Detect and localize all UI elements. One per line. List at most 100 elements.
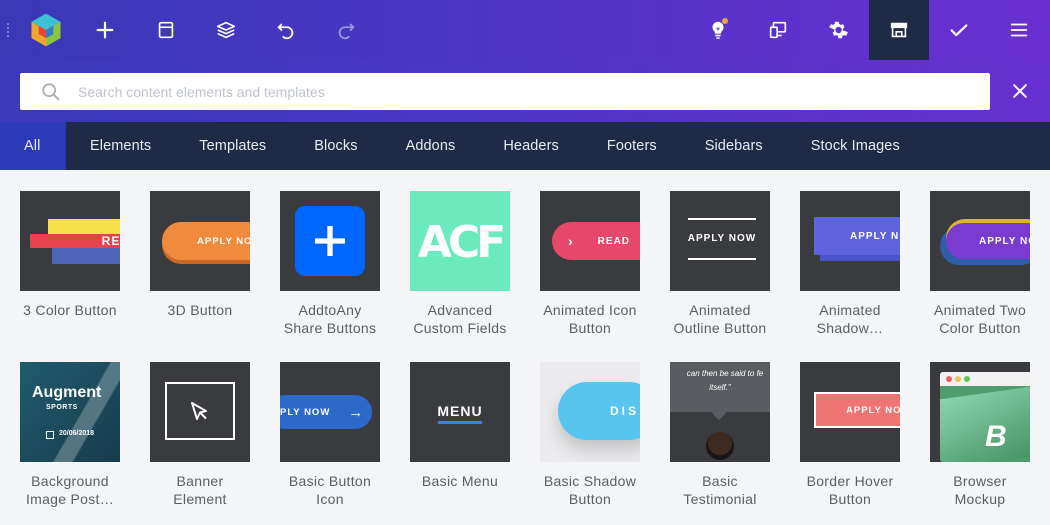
quote-text: can then be said to fe [686,369,764,378]
thumb-text: APPLY N [850,230,900,242]
top-toolbar [0,0,1050,60]
element-label: 3D Button [167,302,233,318]
search-icon [42,82,60,100]
thumb-text: MENU [437,403,483,419]
drag-handle[interactable] [6,22,10,38]
calendar-icon [46,431,54,439]
element-tile-basic-menu[interactable]: MENU Basic Menu [395,362,525,490]
menu-hamburger-icon[interactable] [989,0,1049,60]
element-thumbnail [280,191,380,291]
element-thumbnail: REA [20,191,120,291]
hints-bulb-icon[interactable] [688,0,748,60]
notification-dot [722,18,728,24]
element-tile-basic-testimonial[interactable]: can then be said to fe itself." Basic Tes… [655,362,785,508]
element-tile-browser-mockup[interactable]: B Browser Mockup [915,362,1045,508]
element-tile-background-image-post[interactable]: Augment SPORTS 20/06/2018 Background Imag… [5,362,135,508]
element-label: Basic Button Icon [288,473,372,507]
element-label: Basic Menu [421,473,499,489]
thumb-text: Augment [32,384,102,401]
thumb-subtext: SPORTS [46,404,78,411]
element-thumbnail: APPLY NO [800,362,900,462]
responsive-view-icon[interactable] [748,0,808,60]
element-tile-basic-button-icon[interactable]: PLY NOW → Basic Button Icon [265,362,395,508]
plus-icon [315,226,345,256]
tab-blocks[interactable]: Blocks [290,122,381,170]
arrow-right-icon: → [348,403,365,421]
element-thumbnail: MENU [410,362,510,462]
element-thumbnail: ACF [410,191,510,291]
tab-footers[interactable]: Footers [583,122,681,170]
element-tile-animated-icon-button[interactable]: › READ Animated Icon Button [525,191,655,337]
tab-stock-images[interactable]: Stock Images [787,122,924,170]
thumb-text: APPLY NO [979,235,1030,247]
element-label: Advanced Custom Fields [413,302,507,336]
add-element-icon[interactable] [75,0,135,60]
thumb-text: ACF [417,217,506,268]
element-tile-banner-element[interactable]: Banner Element [135,362,265,508]
element-thumbnail: can then be said to fe itself." [670,362,770,462]
element-label: Animated Two Color Button [933,302,1027,336]
window-close-dot [946,376,952,382]
element-tile-advanced-custom-fields[interactable]: ACF Advanced Custom Fields [395,191,525,337]
element-tile-3-color-button[interactable]: REA 3 Color Button [5,191,135,319]
element-tile-border-hover-button[interactable]: APPLY NO Border Hover Button [785,362,915,508]
element-label: Animated Icon Button [543,302,637,336]
thumb-text: APPLY NO [197,235,250,247]
avatar [706,432,734,460]
element-thumbnail: PLY NOW → [280,362,380,462]
element-label: Basic Shadow Button [543,473,637,507]
thumb-text: REA [101,234,120,248]
quote-text-end: itself." [709,383,731,392]
element-tile-3d-button[interactable]: APPLY NO 3D Button [135,191,265,319]
element-label: 3 Color Button [23,302,117,318]
tab-sidebars[interactable]: Sidebars [681,122,787,170]
tab-headers[interactable]: Headers [479,122,583,170]
tab-addons[interactable]: Addons [382,122,480,170]
templates-icon[interactable] [136,0,196,60]
search-box [20,73,990,110]
chevron-right-icon: › [568,233,574,249]
element-tile-basic-shadow-button[interactable]: DIS Basic Shadow Button [525,362,655,508]
element-label: Banner Element [173,473,227,507]
thumb-text: APPLY NOW [687,233,757,244]
element-tile-addtoany[interactable]: AddtoAny Share Buttons [265,191,395,337]
element-grid: REA 3 Color Button APPLY NO 3D Button Ad… [0,170,1050,525]
redo-icon[interactable] [316,0,376,60]
save-check-icon[interactable] [929,0,989,60]
search-band [0,60,1050,122]
thumb-text: APPLY NO [846,404,900,416]
tab-all[interactable]: All [0,122,66,170]
element-label: Animated Outline Button [673,302,767,336]
element-thumbnail: › READ [540,191,640,291]
tab-elements[interactable]: Elements [66,122,175,170]
element-tile-animated-outline-button[interactable]: APPLY NOW Animated Outline Button [655,191,785,337]
thumb-text: READ [597,235,631,247]
element-label: Background Image Post… [25,473,115,507]
element-tile-animated-two-color-button[interactable]: APPLY NO Animated TwoColor Button [915,191,1045,337]
element-thumbnail: Augment SPORTS 20/06/2018 [20,362,120,462]
search-input[interactable] [78,73,990,110]
element-thumbnail: APPLY NOW [670,191,770,291]
hub-store-icon[interactable] [869,0,929,60]
element-label: Browser Mockup [953,473,1007,507]
element-thumbnail [150,362,250,462]
element-label: Border Hover Button [806,473,894,507]
element-thumbnail: B [930,362,1030,462]
layers-icon[interactable] [196,0,256,60]
element-thumbnail: APPLY NO [930,191,1030,291]
window-maximize-dot [964,376,970,382]
element-label: AddtoAny Share Buttons [283,302,377,336]
logo-icon[interactable] [16,0,76,60]
thumb-date: 20/06/2018 [59,430,95,437]
close-search-icon[interactable] [1002,73,1038,109]
settings-gear-icon[interactable] [808,0,868,60]
thumb-text: B [985,420,1007,453]
element-label: Animated Shadow… [816,302,884,336]
thumb-text: DIS [610,404,640,418]
element-thumbnail: APPLY N [800,191,900,291]
thumb-text: PLY NOW [280,406,331,418]
tab-templates[interactable]: Templates [175,122,290,170]
undo-icon[interactable] [256,0,316,60]
element-label: Basic Testimonial [683,473,757,507]
element-tile-animated-shadow[interactable]: APPLY N Animated Shadow… [785,191,915,337]
